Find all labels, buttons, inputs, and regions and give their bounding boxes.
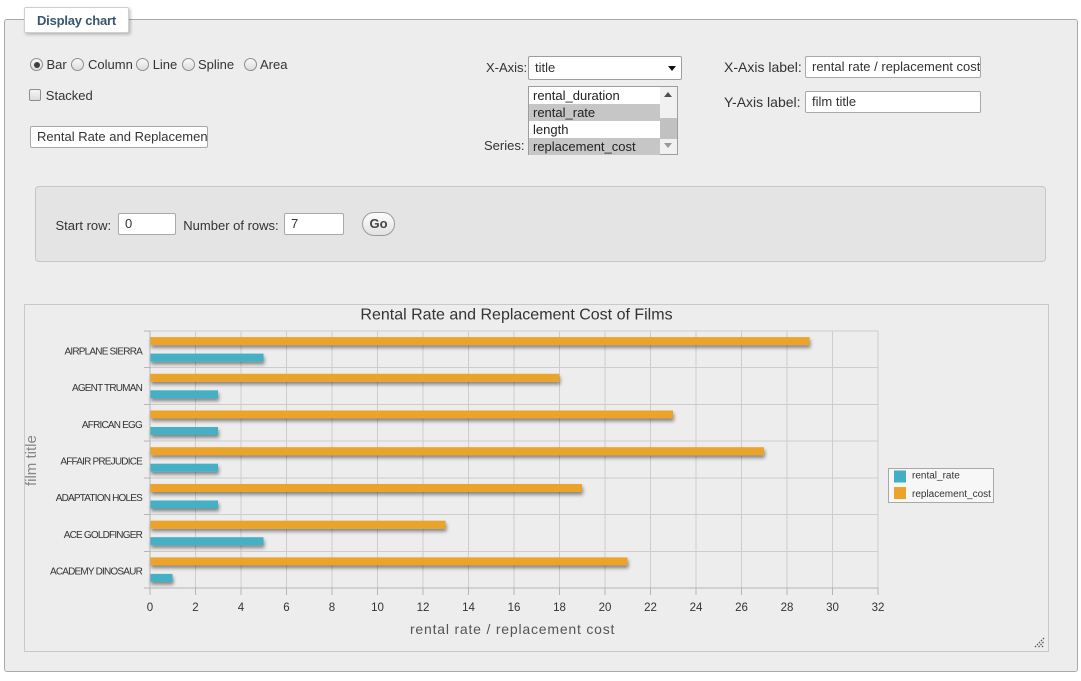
svg-text:0: 0 (147, 602, 153, 614)
svg-text:16: 16 (508, 602, 521, 614)
svg-text:ADAPTATION HOLES: ADAPTATION HOLES (56, 493, 143, 504)
svg-text:Rental Rate and Replacement Co: Rental Rate and Replacement Cost of Film… (360, 307, 672, 324)
svg-text:30: 30 (826, 602, 839, 614)
svg-text:AIRPLANE SIERRA: AIRPLANE SIERRA (65, 346, 144, 357)
svg-text:6: 6 (283, 602, 289, 614)
svg-text:ACADEMY DINOSAUR: ACADEMY DINOSAUR (50, 567, 143, 578)
svg-text:8: 8 (329, 602, 335, 614)
svg-text:4: 4 (238, 602, 245, 614)
svg-text:AGENT TRUMAN: AGENT TRUMAN (72, 383, 143, 394)
svg-text:film title: film title (25, 435, 40, 486)
svg-text:replacement_cost: replacement_cost (912, 489, 991, 500)
svg-text:18: 18 (553, 602, 566, 614)
svg-text:rental_rate: rental_rate (912, 471, 960, 482)
svg-text:AFFAIR PREJUDICE: AFFAIR PREJUDICE (60, 457, 143, 468)
svg-text:ACE GOLDFINGER: ACE GOLDFINGER (64, 530, 143, 541)
svg-text:AFRICAN EGG: AFRICAN EGG (82, 420, 143, 431)
svg-text:28: 28 (781, 602, 794, 614)
svg-text:12: 12 (417, 602, 430, 614)
svg-text:32: 32 (872, 602, 885, 614)
svg-text:rental rate / replacement cost: rental rate / replacement cost (410, 621, 615, 637)
svg-text:24: 24 (690, 602, 703, 614)
svg-text:10: 10 (371, 602, 384, 614)
svg-text:26: 26 (735, 602, 748, 614)
svg-text:2: 2 (192, 602, 198, 614)
svg-text:14: 14 (462, 602, 475, 614)
svg-text:22: 22 (644, 602, 657, 614)
svg-text:20: 20 (599, 602, 612, 614)
